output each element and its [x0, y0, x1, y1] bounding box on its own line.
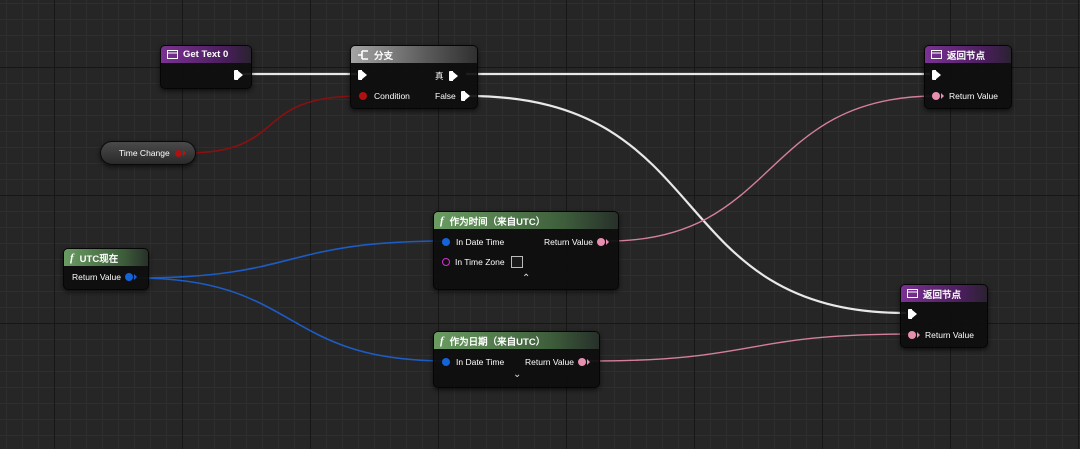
return-node-top[interactable]: 返回节点 Return Value	[924, 45, 1012, 109]
as-time-title: 作为时间（来自UTC）	[449, 216, 546, 228]
return-value-pin[interactable]	[932, 92, 940, 100]
as-time-in-date-label: In Date Time	[456, 237, 505, 247]
return-top-header: 返回节点	[925, 46, 1011, 63]
condition-pin[interactable]	[359, 92, 367, 100]
exec-out-pin[interactable]	[234, 70, 244, 80]
pin-arrow-icon	[941, 93, 944, 99]
exec-false-pin[interactable]	[460, 91, 471, 101]
return-top-value-label: Return Value	[949, 91, 998, 101]
return-node-icon	[907, 289, 918, 298]
return-top-title: 返回节点	[947, 50, 986, 62]
time-change-variable[interactable]: Time Change	[100, 141, 196, 165]
in-time-zone-pin[interactable]	[442, 258, 450, 266]
branch-node[interactable]: 分支 真 Condition False	[350, 45, 478, 109]
bool-wire-timechange-condition	[185, 95, 362, 154]
as-date-title: 作为日期（来自UTC）	[449, 336, 546, 348]
struct-wire-utc-astime	[135, 240, 447, 279]
pin-arrow-icon	[133, 274, 137, 280]
return-bottom-header: 返回节点	[901, 285, 987, 302]
as-date-node[interactable]: f 作为日期（来自UTC） In Date Time Return Value …	[433, 331, 600, 388]
function-icon: f	[440, 334, 444, 347]
pin-arrow-icon	[917, 332, 920, 338]
as-date-in-date-label: In Date Time	[456, 357, 505, 367]
collapse-chevron-icon[interactable]: ⌄	[513, 369, 521, 380]
get-text-header: Get Text 0	[161, 46, 251, 63]
in-date-time-pin[interactable]	[442, 358, 450, 366]
as-time-header: f 作为时间（来自UTC）	[434, 212, 618, 229]
return-bottom-value-label: Return Value	[925, 330, 974, 340]
return-bottom-title: 返回节点	[923, 289, 962, 301]
time-zone-checkbox[interactable]	[510, 256, 523, 268]
get-text-title: Get Text 0	[183, 49, 229, 60]
function-icon: f	[70, 251, 74, 264]
exec-in-pin[interactable]	[908, 309, 918, 319]
get-text-node[interactable]: Get Text 0	[160, 45, 252, 89]
as-date-return-pin[interactable]	[577, 358, 586, 366]
utc-now-header: f UTC现在	[64, 249, 148, 266]
exec-true-pin[interactable]	[448, 71, 459, 81]
as-time-node[interactable]: f 作为时间（来自UTC） In Date Time Return Value …	[433, 211, 619, 290]
exec-in-pin[interactable]	[932, 70, 942, 80]
function-icon: f	[440, 214, 444, 227]
as-date-header: f 作为日期（来自UTC）	[434, 332, 599, 349]
utc-now-title: UTC现在	[79, 253, 119, 265]
return-value-pin[interactable]	[908, 331, 916, 339]
exec-in-pin[interactable]	[358, 70, 368, 80]
utc-now-node[interactable]: f UTC现在 Return Value	[63, 248, 149, 290]
utc-return-pin[interactable]	[124, 273, 133, 281]
as-time-return-label: Return Value	[544, 237, 593, 247]
time-change-pin[interactable]	[174, 149, 182, 157]
function-icon	[167, 50, 178, 59]
branch-condition-label: Condition	[374, 91, 410, 101]
as-date-return-label: Return Value	[525, 357, 574, 367]
branch-false-label: False	[435, 91, 456, 101]
pin-arrow-icon	[182, 150, 186, 156]
struct-wire-utc-asdate	[135, 277, 447, 362]
text-wire-asdate-return	[589, 333, 913, 362]
expand-chevron-icon[interactable]: ⌃	[522, 273, 530, 284]
branch-true-label: 真	[435, 71, 444, 81]
branch-header: 分支	[351, 46, 477, 63]
branch-icon	[357, 49, 369, 60]
branch-title: 分支	[374, 50, 394, 62]
time-change-label: Time Change	[119, 148, 170, 158]
pin-arrow-icon	[586, 359, 590, 365]
as-time-return-pin[interactable]	[596, 238, 605, 246]
utc-now-return-label: Return Value	[72, 272, 121, 282]
return-node-icon	[931, 50, 942, 59]
as-time-in-zone-label: In Time Zone	[455, 257, 505, 267]
in-date-time-pin[interactable]	[442, 238, 450, 246]
return-node-bottom[interactable]: 返回节点 Return Value	[900, 284, 988, 348]
pin-arrow-icon	[605, 239, 609, 245]
